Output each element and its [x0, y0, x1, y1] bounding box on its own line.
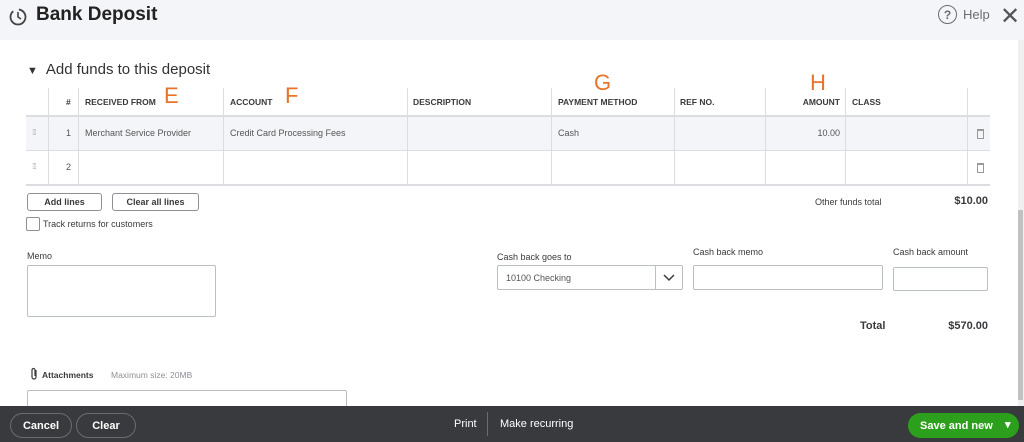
trash-icon[interactable]	[977, 129, 984, 139]
recent-transactions-icon[interactable]	[6, 6, 28, 28]
drag-handle-icon[interactable]: ⁞⁞⁞	[32, 128, 37, 137]
memo-label: Memo	[27, 251, 53, 261]
section-toggle[interactable]: ▼ Add funds to this deposit	[27, 61, 210, 78]
cash-back-amount-label: Cash back amount	[893, 247, 969, 257]
section-title: Add funds to this deposit	[45, 61, 211, 78]
col-amount: AMOUNT	[802, 97, 840, 107]
cash-back-goes-to-label: Cash back goes to	[497, 252, 572, 262]
help-button[interactable]: ? Help	[938, 5, 990, 24]
cash-back-account-value: 10100 Checking	[506, 273, 572, 283]
cell-payment-method[interactable]: Cash	[558, 128, 579, 138]
cash-back-account-select[interactable]: 10100 Checking	[497, 265, 683, 290]
annotation-e: E	[164, 83, 179, 108]
col-account: ACCOUNT	[230, 97, 273, 107]
col-num: #	[66, 97, 71, 107]
col-description: DESCRIPTION	[413, 97, 472, 107]
scrollbar-thumb[interactable]	[1018, 210, 1023, 400]
col-class: CLASS	[852, 97, 881, 107]
clear-all-lines-button[interactable]: Clear all lines	[112, 193, 199, 211]
add-lines-button[interactable]: Add lines	[27, 193, 102, 211]
trash-icon[interactable]	[977, 163, 984, 173]
other-funds-label: Other funds total	[815, 197, 882, 207]
drag-handle-icon[interactable]: ⁞⁞⁞	[32, 162, 37, 171]
row-num: 1	[66, 128, 72, 138]
help-label: Help	[963, 7, 990, 22]
save-and-new-button[interactable]: Save and new ▾	[908, 413, 1019, 438]
help-icon: ?	[938, 5, 957, 24]
cell-account[interactable]: Credit Card Processing Fees	[230, 128, 346, 138]
annotation-g: G	[594, 70, 612, 95]
attachments-label: Attachments	[42, 370, 94, 380]
track-returns-checkbox[interactable]	[26, 217, 40, 231]
page-title: Bank Deposit	[36, 4, 158, 25]
divider	[487, 412, 488, 436]
col-received-from: RECEIVED FROM	[85, 97, 156, 107]
make-recurring-button[interactable]: Make recurring	[500, 418, 573, 430]
memo-input[interactable]	[27, 265, 216, 317]
close-icon[interactable]: ✕	[1000, 2, 1020, 31]
other-funds-value: $10.00	[954, 195, 988, 207]
cell-received-from[interactable]: Merchant Service Provider	[85, 128, 191, 138]
cash-back-amount-input[interactable]	[893, 267, 988, 291]
cancel-button[interactable]: Cancel	[10, 413, 72, 438]
chevron-down-icon[interactable]	[663, 274, 675, 282]
divider	[26, 184, 990, 186]
print-button[interactable]: Print	[454, 418, 477, 430]
save-and-new-label: Save and new	[920, 419, 993, 432]
cash-back-memo-input[interactable]	[693, 265, 883, 290]
total-value: $570.00	[948, 320, 988, 332]
col-payment-method: PAYMENT METHOD	[558, 97, 638, 107]
collapse-triangle-icon: ▼	[27, 65, 38, 77]
row-num: 2	[66, 162, 72, 172]
cell-amount[interactable]: 10.00	[770, 128, 840, 138]
total-label: Total	[860, 320, 886, 332]
clear-button[interactable]: Clear	[76, 413, 136, 438]
col-ref-no: REF NO.	[680, 97, 715, 107]
paperclip-icon	[31, 367, 37, 380]
annotation-h: H	[810, 70, 826, 95]
annotation-f: F	[285, 83, 299, 108]
track-returns-label: Track returns for customers	[43, 219, 153, 229]
dropdown-arrow-icon[interactable]: ▾	[1005, 418, 1011, 431]
attachments-max-size: Maximum size: 20MB	[111, 370, 193, 380]
cash-back-memo-label: Cash back memo	[693, 247, 764, 257]
